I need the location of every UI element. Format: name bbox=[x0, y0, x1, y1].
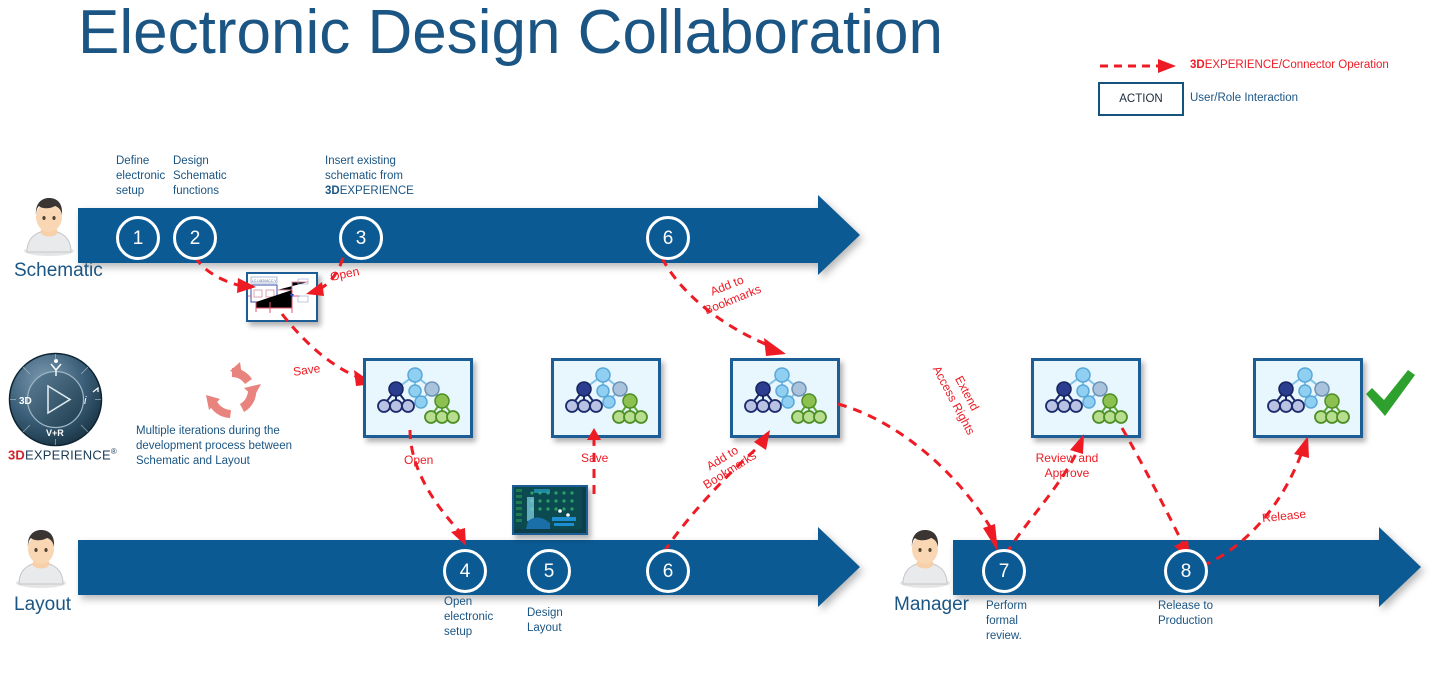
step-circle-5[interactable]: 5 bbox=[527, 549, 571, 593]
arrow-tree3-to-step7 bbox=[837, 402, 998, 552]
step-circle-4[interactable]: 4 bbox=[443, 549, 487, 593]
caption-step-3-l2: schematic from bbox=[325, 170, 403, 182]
svg-text:V+R: V+R bbox=[46, 428, 64, 438]
green-check-icon bbox=[1362, 368, 1418, 420]
product-tree-thumbnail-5[interactable] bbox=[1253, 358, 1363, 438]
layout-role-avatar bbox=[14, 528, 68, 588]
caption-step-5: Design Layout bbox=[527, 607, 563, 634]
legend: 3DEXPERIENCE/Connector Operation ACTION … bbox=[1098, 52, 1438, 120]
caption-step-3-l1: Insert existing bbox=[325, 155, 396, 167]
page-title: Electronic Design Collaboration bbox=[78, 0, 944, 67]
caption-step-4: Open electronic setup bbox=[444, 596, 494, 638]
arrow-tree4-to-step8 bbox=[1120, 427, 1190, 560]
brand-rest: EXPERIENCE bbox=[25, 447, 111, 463]
diagram-canvas: Electronic Design Collaboration 3DEXPERI… bbox=[0, 0, 1447, 693]
circular-arrows-icon bbox=[196, 362, 268, 424]
caption-step-2: Design Schematic functions bbox=[173, 155, 227, 197]
iteration-note-text: Multiple iterations during the developme… bbox=[136, 425, 292, 467]
step-circle-6-schematic[interactable]: 6 bbox=[646, 216, 690, 260]
step-circle-8[interactable]: 8 bbox=[1164, 549, 1208, 593]
pcb-layout-thumbnail[interactable] bbox=[512, 485, 588, 535]
caption-step-3-l3: EXPERIENCE bbox=[339, 185, 414, 197]
caption-step-8: Release to Production bbox=[1158, 600, 1213, 627]
arrow-tree1-to-step4 bbox=[408, 429, 466, 546]
caption-step-1: Define electronic setup bbox=[116, 155, 166, 197]
layout-role-label: Layout bbox=[14, 594, 72, 615]
legend-dashed-arrow-icon bbox=[1098, 58, 1180, 74]
manager-role-label: Manager bbox=[894, 594, 969, 615]
svg-text:3D: 3D bbox=[19, 396, 32, 407]
legend-label-user-role-interaction: User/Role Interaction bbox=[1190, 92, 1299, 104]
product-tree-thumbnail-1[interactable] bbox=[363, 358, 473, 438]
step-circle-1[interactable]: 1 bbox=[116, 216, 160, 260]
step-circle-6-layout[interactable]: 6 bbox=[646, 549, 690, 593]
annotation-review-and-approve: Review and Approve bbox=[1022, 451, 1112, 481]
3dexperience-compass-icon[interactable]: 3D i V+R bbox=[8, 352, 103, 447]
caption-step-3: Insert existing schematic from 3DEXPERIE… bbox=[325, 155, 414, 211]
legend-label-rest: EXPERIENCE/Connector Operation bbox=[1204, 59, 1389, 71]
legend-label-3d-bold: 3D bbox=[1190, 59, 1205, 71]
step-circle-3[interactable]: 3 bbox=[339, 216, 383, 260]
legend-action-box-label: ACTION bbox=[1119, 93, 1163, 105]
annotation-review-approve-l1: Review and bbox=[1035, 451, 1099, 465]
step-circle-7[interactable]: 7 bbox=[982, 549, 1026, 593]
arrow-step8-to-tree5 bbox=[1201, 436, 1309, 568]
caption-step-7: Perform formal review. bbox=[986, 600, 1027, 642]
brand-bold: 3D bbox=[8, 447, 26, 463]
caption-step-3-bold: 3D bbox=[325, 185, 340, 197]
annotation-save-layout: Save bbox=[581, 451, 609, 465]
arrow-step7-to-tree4 bbox=[1004, 434, 1084, 555]
schematic-role-avatar bbox=[22, 196, 76, 256]
legend-action-box: ACTION bbox=[1098, 82, 1184, 116]
annotation-review-approve-l2: Approve bbox=[1044, 466, 1090, 480]
schematic-role-label: Schematic bbox=[14, 260, 103, 281]
product-tree-thumbnail-2[interactable] bbox=[551, 358, 661, 438]
legend-label-connector-operation: 3DEXPERIENCE/Connector Operation bbox=[1190, 58, 1389, 72]
annotation-open-layout: Open bbox=[404, 453, 434, 467]
3dexperience-brand-label: 3DEXPERIENCE® bbox=[8, 447, 117, 462]
brand-trademark: ® bbox=[110, 447, 117, 456]
product-tree-thumbnail-3[interactable] bbox=[730, 358, 840, 438]
step-circle-2[interactable]: 2 bbox=[173, 216, 217, 260]
